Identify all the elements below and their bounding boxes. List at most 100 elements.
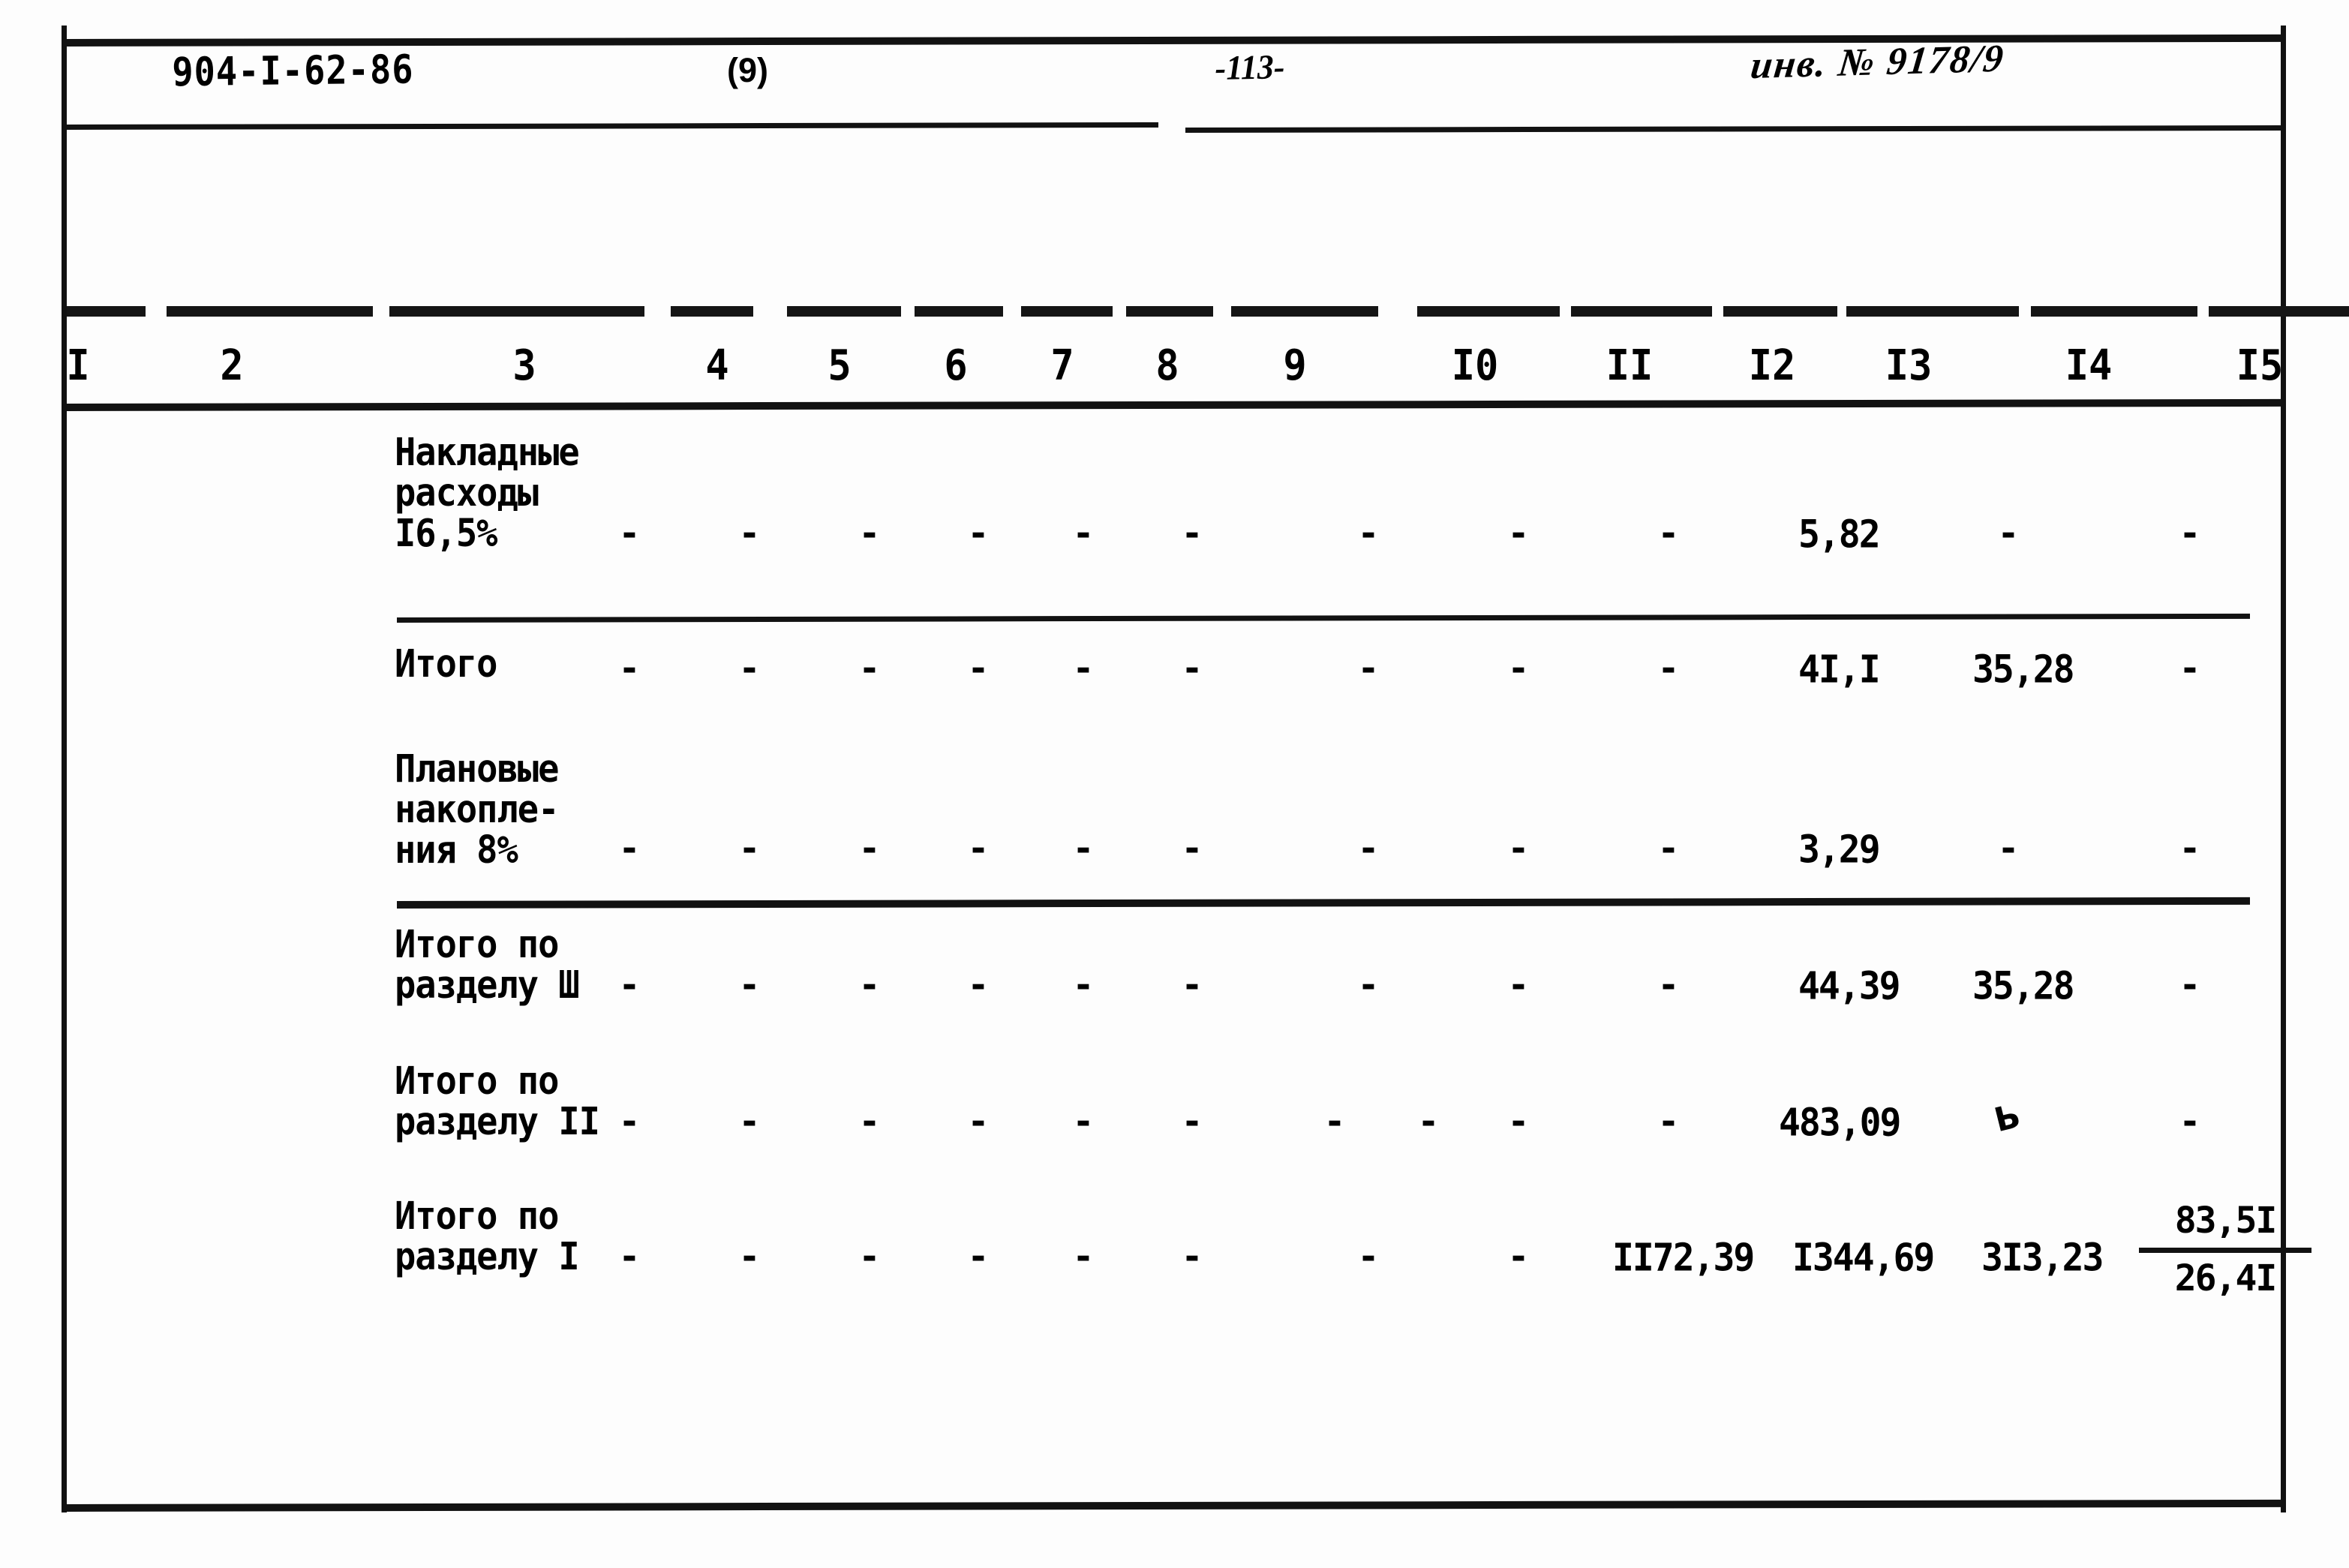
cell-c12: II72,39 [1612, 1236, 1755, 1281]
cell-c7: - [967, 964, 990, 1006]
cell-c14: - [1997, 828, 2020, 870]
cell-c9: - [1181, 647, 1203, 689]
cell-c13: 4I,I [1798, 647, 1881, 692]
cell-c10: - [1357, 647, 1380, 689]
column-tick [1231, 306, 1378, 317]
row-label: Итого по разделу Ш [395, 922, 580, 1008]
cell-c6: - [858, 512, 881, 554]
cell-c4: - [618, 964, 641, 1006]
cell-c14-smudge: Ь [1990, 1096, 2025, 1140]
cell-c15-fraction: 83,5I 26,4I [2139, 1198, 2311, 1301]
column-number-4: 4 [705, 341, 729, 390]
table-row: Итого по разделу II - - - - - - - - - - … [67, 1056, 2281, 1168]
cell-c11: - [1507, 647, 1530, 689]
column-number-3: 3 [512, 341, 536, 390]
cell-c14: 35,28 [1972, 647, 2074, 692]
cell-c6: - [858, 1101, 881, 1143]
cell-c6: - [858, 964, 881, 1006]
column-number-5: 5 [828, 341, 852, 390]
cell-c12: - [1657, 828, 1680, 870]
column-tick [1571, 306, 1712, 317]
cell-c5: - [738, 828, 761, 870]
page-number: -113- [1215, 47, 1285, 88]
cell-c14: 35,28 [1972, 964, 2074, 1009]
cell-c8: - [1072, 512, 1095, 554]
column-tick [2031, 306, 2197, 317]
cell-c12: - [1657, 512, 1680, 554]
column-number-1: I [66, 341, 90, 390]
cell-c6: - [858, 828, 881, 870]
column-tick [1417, 306, 1560, 317]
cell-c11: - [1507, 964, 1530, 1006]
cell-c13: 5,82 [1798, 512, 1881, 557]
column-tick [915, 306, 1003, 317]
cell-c6: - [858, 647, 881, 689]
sheet-number: (9) [727, 51, 768, 89]
cell-c8: - [1072, 828, 1095, 870]
column-number-row: I 2 3 4 5 6 7 8 9 I0 II I2 I3 I4 I5 [66, 341, 2283, 397]
cell-c7: - [967, 828, 990, 870]
cell-c14: 3I3,23 [1981, 1236, 2104, 1281]
table-row: Плановые накопле- ния 8% - - - - - - - -… [67, 731, 2281, 882]
scanned-document-page: 904-I-62-86 (9) -113- инв. № 9178/9 I 2 … [0, 0, 2349, 1568]
cell-c9: - [1181, 1101, 1203, 1143]
column-number-11: II [1606, 341, 1654, 390]
fraction-numerator: 83,5I [2174, 1200, 2278, 1242]
column-tick [671, 306, 753, 317]
cell-c12: - [1657, 1101, 1680, 1143]
column-number-13: I3 [1885, 341, 1933, 390]
cell-c12: - [1657, 647, 1680, 689]
cell-c13: 44,39 [1798, 964, 1900, 1009]
cell-c15: - [2179, 512, 2201, 554]
cell-c11: - [1507, 512, 1530, 554]
cell-c11: - [1507, 1236, 1530, 1278]
cell-c5: - [738, 512, 761, 554]
cell-c10b: - [1417, 1101, 1440, 1143]
row-label: Итого по разделу I [395, 1194, 580, 1280]
cell-c7: - [967, 1101, 990, 1143]
cell-c13: I344,69 [1792, 1236, 1935, 1281]
column-number-12: I2 [1748, 341, 1796, 390]
column-number-6: 6 [944, 341, 968, 390]
column-number-7: 7 [1050, 341, 1074, 390]
column-number-8: 8 [1155, 341, 1179, 390]
column-number-14: I4 [2065, 341, 2113, 390]
cell-c7: - [967, 512, 990, 554]
cell-c9: - [1181, 512, 1203, 554]
fraction-denominator: 26,4I [2174, 1257, 2278, 1299]
row-label: Плановые накопле- ния 8% [395, 746, 559, 873]
cell-c8: - [1072, 647, 1095, 689]
row-separator [396, 613, 2251, 623]
cell-c11: - [1507, 1101, 1530, 1143]
cell-c8: - [1072, 1236, 1095, 1278]
cell-c14: - [1997, 512, 2020, 554]
column-tick [67, 306, 146, 317]
column-tick-rules [67, 306, 2349, 321]
column-tick [389, 306, 644, 317]
cell-c6: - [858, 1236, 881, 1278]
cell-c4: - [618, 512, 641, 554]
cell-c4: - [618, 647, 641, 689]
cell-c10: - [1323, 1101, 1346, 1143]
column-number-2: 2 [220, 341, 244, 390]
page-header: 904-I-62-86 (9) -113- инв. № 9178/9 [67, 38, 2281, 120]
column-tick [1021, 306, 1113, 317]
cell-c15: - [2179, 828, 2201, 870]
cell-c5: - [738, 1101, 761, 1143]
column-tick [1126, 306, 1213, 317]
cell-c10: - [1357, 512, 1380, 554]
series-code: 904-I-62-86 [172, 47, 414, 96]
cell-c15: - [2179, 1101, 2201, 1143]
row-label: Итого [395, 641, 497, 687]
estimate-table-body: Накладные расходы I6,5% - - - - - - - - … [67, 409, 2311, 1489]
cell-c11: - [1507, 828, 1530, 870]
cell-c9: - [1181, 1236, 1203, 1278]
row-separator [396, 897, 2251, 909]
cell-c9: - [1181, 964, 1203, 1006]
row-label: Итого по разделу II [395, 1059, 600, 1145]
column-number-10: I0 [1451, 341, 1499, 390]
cell-c5: - [738, 964, 761, 1006]
cell-c7: - [967, 647, 990, 689]
column-tick [787, 306, 901, 317]
cell-c5: - [738, 1236, 761, 1278]
